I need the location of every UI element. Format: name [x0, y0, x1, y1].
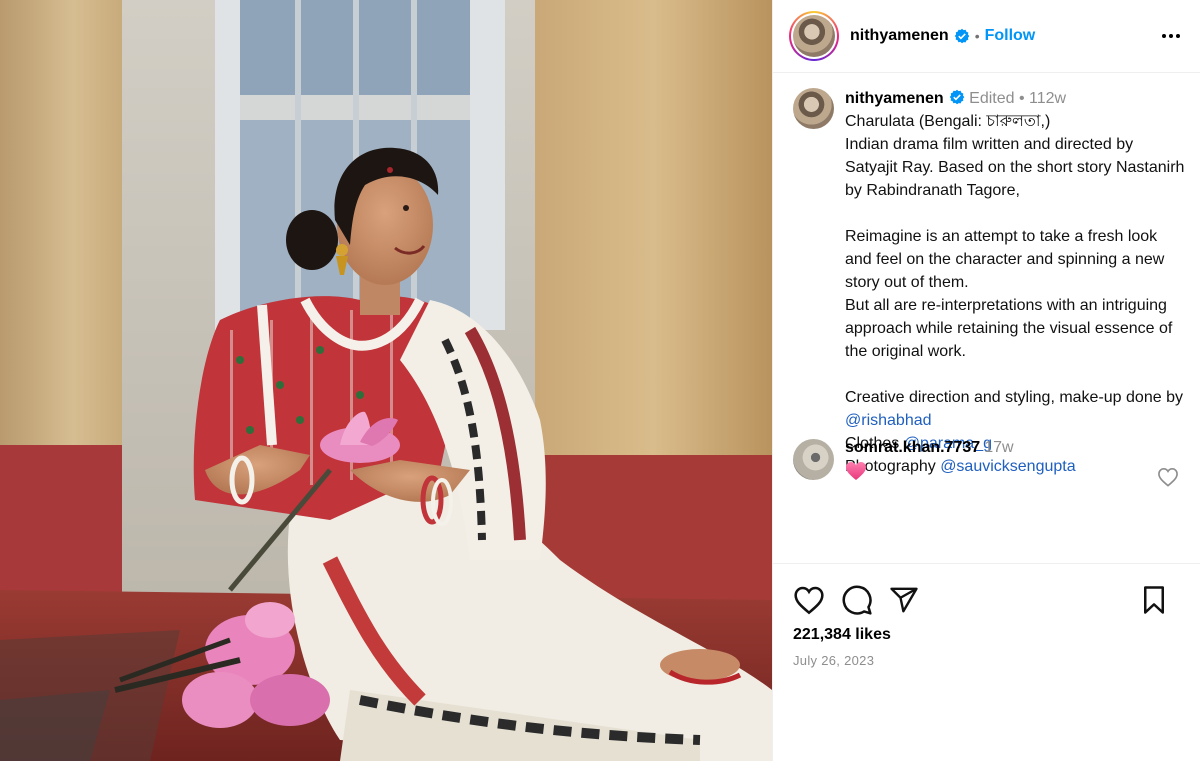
comment-age[interactable]: 17w [984, 439, 1013, 456]
mention-rishabhad[interactable]: @rishabhad [845, 412, 932, 429]
comment-like-heart-icon[interactable] [1157, 467, 1179, 487]
commenter-username[interactable]: somrat.khan.7737 [845, 439, 980, 456]
commenter-avatar[interactable] [793, 439, 834, 480]
author-username[interactable]: nithyamenen [850, 27, 949, 45]
more-options-icon[interactable] [1158, 30, 1184, 42]
caption-separator: • [1018, 90, 1025, 107]
edited-label: Edited [969, 90, 1015, 107]
post-photo-illustration [0, 0, 772, 761]
caption-text: Charulata (Bengali: চারুলতা,) Indian dra… [845, 110, 1185, 478]
bookmark-icon[interactable] [1141, 585, 1167, 615]
post-photo[interactable] [0, 0, 772, 761]
post-actions-section: 221,384 likes July 26, 2023 [773, 563, 1200, 761]
caption-author-avatar[interactable] [793, 88, 834, 129]
likes-count[interactable]: 221,384 likes [773, 616, 1200, 644]
header-separator: • [974, 28, 980, 44]
caption-author-username[interactable]: nithyamenen [845, 90, 944, 107]
author-avatar[interactable] [793, 15, 835, 57]
verified-badge-icon [954, 28, 969, 44]
action-bar [773, 564, 1200, 616]
post-age[interactable]: 112w [1029, 90, 1066, 107]
post-details-panel: nithyamenen • Follow nithyamenen Edited … [772, 0, 1200, 761]
heart-emoji-icon [846, 462, 866, 480]
paper-plane-icon[interactable] [889, 585, 919, 615]
heart-icon[interactable] [793, 585, 825, 615]
caption-body-text: Charulata (Bengali: চারুলতা,) Indian dra… [845, 113, 1185, 406]
caption-section: nithyamenen Edited • 112w Charulata (Ben… [773, 73, 1200, 488]
follow-button[interactable]: Follow [985, 27, 1036, 45]
verified-badge-icon [949, 89, 964, 105]
comment-bubble-icon[interactable] [841, 584, 873, 616]
author-avatar-story-ring[interactable] [789, 11, 839, 61]
post-date[interactable]: July 26, 2023 [773, 644, 1200, 668]
comment-item: somrat.khan.7737 17w [793, 439, 1185, 487]
post-header: nithyamenen • Follow [773, 0, 1200, 73]
